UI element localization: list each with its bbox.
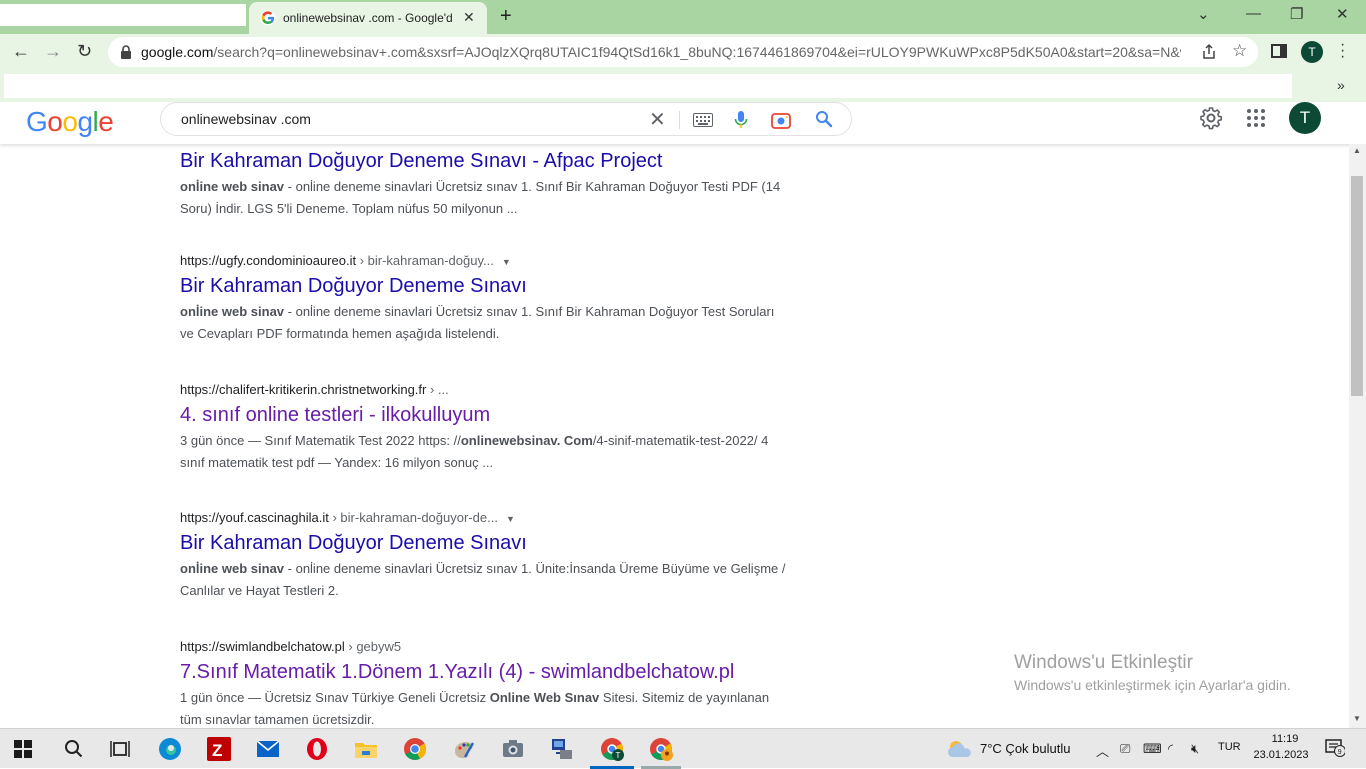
restore-icon[interactable]: ❐ — [1290, 5, 1303, 23]
google-apps-grid-icon[interactable] — [1247, 109, 1267, 129]
tab-strip: onlinewebsinav .com - Google'da Ara ✕ + … — [0, 0, 1366, 34]
result-options-caret-icon[interactable]: ▼ — [502, 257, 511, 267]
result-title-link[interactable]: Bir Kahraman Doğuyor Deneme Sınavı — [180, 273, 790, 299]
windows-taskbar: Z T 7°C Çok bulutlu ︿ ⎚ ⌨ ◜ 🔇︎ TUR 11:19… — [0, 728, 1366, 769]
clock-time[interactable]: 11:19 — [1260, 733, 1310, 745]
windows-start-icon[interactable] — [14, 740, 32, 758]
search-result: Bir Kahraman Doğuyor Deneme Sınavı - Afp… — [180, 148, 790, 220]
result-url[interactable]: https://chalifert-kritikerin.christnetwo… — [180, 382, 790, 402]
google-account-avatar[interactable]: T — [1289, 102, 1321, 134]
network-manager-icon[interactable] — [550, 737, 574, 761]
clear-search-icon[interactable]: ✕ — [649, 107, 666, 132]
result-snippet: 3 gün önce — Sınıf Matematik Test 2022 h… — [180, 433, 769, 470]
scroll-down-arrow-icon[interactable]: ▼ — [1353, 714, 1361, 723]
clock-date[interactable]: 23.01.2023 — [1252, 749, 1310, 761]
bookmark-area — [4, 74, 1292, 98]
search-result: https://chalifert-kritikerin.christnetwo… — [180, 382, 790, 474]
back-icon[interactable]: ← — [12, 41, 30, 62]
result-title-link[interactable]: Bir Kahraman Doğuyor Deneme Sınavı — [180, 530, 790, 556]
camera-lens-icon[interactable] — [771, 111, 791, 129]
chrome-profile-t-icon[interactable]: T — [600, 737, 624, 761]
result-url[interactable]: https://swimlandbelchatow.pl › gebyw5 — [180, 639, 790, 659]
lock-icon — [121, 45, 131, 59]
scroll-up-arrow-icon[interactable]: ▲ — [1353, 146, 1361, 155]
search-input[interactable]: onlinewebsinav .com — [181, 111, 311, 127]
result-url[interactable]: https://youf.cascinaghila.it › bir-kahra… — [180, 510, 790, 530]
volume-muted-icon[interactable]: 🔇︎ — [1191, 741, 1199, 757]
result-url[interactable]: https://ugfy.condominioaureo.it › bir-ka… — [180, 253, 790, 273]
input-indicator-icon[interactable]: ⌨ — [1143, 741, 1162, 757]
search-box[interactable]: onlinewebsinav .com ✕ — [160, 102, 852, 136]
tab-title: onlinewebsinav .com - Google'da Ara — [283, 11, 453, 25]
kebab-menu-icon[interactable]: · · · — [1340, 37, 1345, 65]
reload-icon[interactable]: ↻ — [77, 41, 92, 62]
wifi-icon[interactable]: ◜ — [1168, 741, 1173, 757]
search-taskbar-icon[interactable] — [62, 737, 86, 761]
tab-close-icon[interactable]: ✕ — [463, 9, 475, 26]
opera-browser-icon[interactable] — [305, 737, 329, 761]
minimize-icon[interactable]: — — [1246, 5, 1261, 22]
close-window-icon[interactable]: ✕ — [1336, 5, 1349, 23]
camera-app-icon[interactable] — [501, 737, 525, 761]
notification-count: 9 — [1338, 749, 1342, 756]
weather-text[interactable]: 7°C Çok bulutlu — [980, 741, 1070, 756]
url-text: google.com/search?q=onlinewebsinav+.com&… — [141, 44, 1181, 60]
bookmark-bar: » — [0, 72, 1366, 102]
activation-watermark-text: Windows'u etkinleştirmek için Ayarlar'a … — [1014, 677, 1291, 693]
result-snippet: 1 gün önce — Ücretsiz Sınav Türkiye Gene… — [180, 690, 770, 727]
paint-icon[interactable] — [452, 737, 476, 761]
keyboard-icon[interactable] — [693, 113, 713, 127]
result-options-caret-icon[interactable]: ▼ — [506, 514, 515, 524]
search-icon[interactable] — [815, 110, 833, 128]
file-explorer-icon[interactable] — [354, 737, 378, 761]
usb-device-icon[interactable]: ⎚ — [1120, 741, 1130, 757]
chrome-icon[interactable] — [403, 737, 427, 761]
result-title-link[interactable]: 7.Sınıf Matematik 1.Dönem 1.Yazılı (4) -… — [180, 659, 790, 685]
activation-watermark-title: Windows'u Etkinleştir — [1014, 652, 1193, 673]
bookmark-star-icon[interactable]: ☆ — [1232, 41, 1247, 61]
mail-icon[interactable] — [256, 737, 280, 761]
language-indicator[interactable]: TUR — [1218, 741, 1241, 753]
search-result: https://swimlandbelchatow.pl › gebyw5 7.… — [180, 639, 790, 728]
tab-inactive[interactable] — [0, 4, 246, 26]
browser-toolbar: ← → ↻ google.com/search?q=onlinewebsinav… — [0, 34, 1366, 72]
chrome-profile-guest-icon[interactable] — [649, 737, 673, 761]
search-divider — [679, 111, 680, 129]
notification-center-icon[interactable]: 9 — [1325, 739, 1345, 757]
weather-cloud-icon[interactable] — [946, 739, 974, 759]
result-snippet: onl̇ine web sinav - onl̇ine deneme sinav… — [180, 304, 775, 341]
search-result: https://ugfy.condominioaureo.it › bir-ka… — [180, 253, 790, 345]
svg-text:T: T — [616, 751, 621, 760]
search-result: https://youf.cascinaghila.it › bir-kahra… — [180, 510, 790, 602]
svg-text:Z: Z — [212, 741, 222, 760]
result-snippet: onl̇ine web sinav - onl̇ine deneme sinav… — [180, 179, 781, 216]
result-title-link[interactable]: Bir Kahraman Doğuyor Deneme Sınavı - Afp… — [180, 148, 790, 174]
page-scrollbar[interactable]: ▲ ▼ — [1349, 144, 1366, 728]
filezilla-icon[interactable]: Z — [207, 737, 231, 761]
settings-gear-icon[interactable] — [1199, 106, 1223, 130]
browser-profile-avatar[interactable]: T — [1301, 41, 1323, 63]
task-view-icon[interactable] — [108, 737, 132, 761]
google-favicon-icon — [260, 10, 276, 26]
tab-active[interactable]: onlinewebsinav .com - Google'da Ara ✕ — [249, 2, 487, 34]
show-hidden-icons-chevron-icon[interactable]: ︿ — [1096, 741, 1109, 760]
microphone-icon[interactable] — [734, 110, 748, 130]
google-logo[interactable]: Google — [26, 106, 114, 138]
tab-search-chevron-icon[interactable]: ⌄ — [1197, 5, 1210, 23]
forward-icon[interactable]: → — [44, 41, 62, 62]
side-panel-icon[interactable] — [1271, 44, 1287, 58]
result-snippet: onl̇ine web sinav - onl̇ine deneme sinav… — [180, 561, 786, 598]
edge-browser-icon[interactable] — [158, 737, 182, 761]
more-bookmarks-icon[interactable]: » — [1337, 77, 1345, 93]
scrollbar-thumb[interactable] — [1351, 176, 1363, 396]
address-bar[interactable]: google.com/search?q=onlinewebsinav+.com&… — [108, 37, 1258, 67]
new-tab-icon[interactable]: + — [500, 5, 512, 28]
result-title-link[interactable]: 4. sınıf online testleri - ilkokulluyum — [180, 402, 790, 428]
google-header: Google onlinewebsinav .com ✕ T — [0, 102, 1366, 144]
share-icon[interactable] — [1200, 43, 1218, 61]
